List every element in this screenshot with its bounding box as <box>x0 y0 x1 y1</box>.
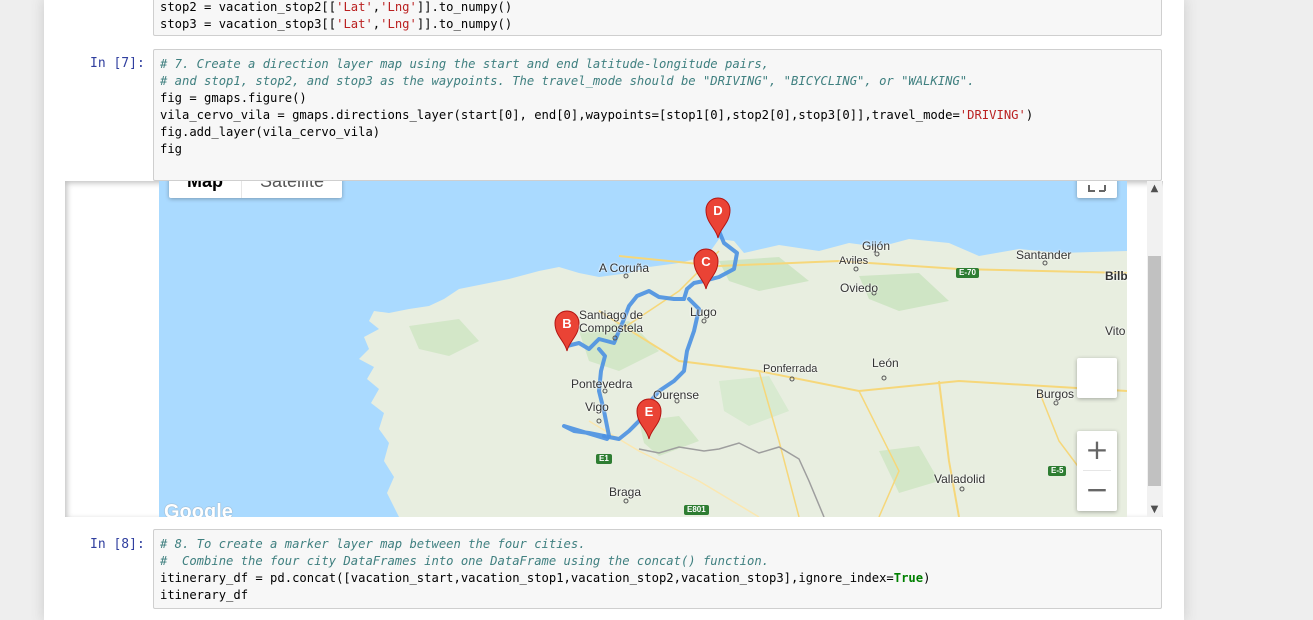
map-type-map-button[interactable]: Map <box>169 181 242 198</box>
zoom-out-button[interactable]: − <box>1077 471 1117 511</box>
city-label: Ponferrada <box>763 363 818 375</box>
city-label: Lugo <box>690 305 717 319</box>
code-cell-8[interactable]: # 8. To create a marker layer map betwee… <box>153 529 1162 609</box>
fullscreen-button[interactable] <box>1077 181 1117 198</box>
svg-text:B: B <box>562 316 571 331</box>
code-line: fig.add_layer(vila_cervo_vila) <box>160 125 381 139</box>
city-label: Santander <box>1016 248 1072 262</box>
street-view-pegman-button[interactable] <box>1077 358 1117 398</box>
map-type-control[interactable]: Map Satellite <box>169 181 343 198</box>
city-label: Aviles <box>839 255 869 267</box>
code-line: itinerary_df <box>160 588 249 602</box>
road-shield: E1 <box>596 454 612 464</box>
code-line: stop3 = vacation_stop3[['Lat','Lng']].to… <box>160 17 513 31</box>
road-shield: E801 <box>684 505 709 515</box>
city-label: Braga <box>609 485 642 499</box>
city-label: León <box>872 356 899 370</box>
city-label: Bilb <box>1105 269 1127 283</box>
svg-text:C: C <box>701 254 711 269</box>
map-canvas[interactable]: B C D E <box>159 181 1127 517</box>
fullscreen-icon <box>1088 185 1106 192</box>
google-logo: Google <box>164 501 233 517</box>
input-prompt-8: In [8]: <box>90 537 145 552</box>
city-label: Gijón <box>862 239 891 253</box>
code-line: fig <box>160 142 183 156</box>
input-prompt-7: In [7]: <box>90 56 145 71</box>
output-scrollbar[interactable]: ▲ ▼ <box>1147 181 1162 517</box>
zoom-divider <box>1083 470 1111 471</box>
code-comment: # 8. To create a marker layer map betwee… <box>160 537 586 551</box>
city-label: A Coruña <box>599 261 650 275</box>
code-cell-7[interactable]: # 7. Create a direction layer map using … <box>153 49 1162 181</box>
city-label: Vigo <box>585 400 609 414</box>
code-comment: # and stop1, stop2, and stop3 as the way… <box>160 74 975 88</box>
city-label: Pontevedra <box>571 377 633 391</box>
city-label: Ourense <box>653 388 700 402</box>
svg-text:D: D <box>713 203 722 218</box>
road-shield: E-5 <box>1048 466 1067 476</box>
city-label: Santiago de <box>579 308 644 322</box>
scrollbar-thumb[interactable] <box>1148 256 1161 486</box>
city-label: Burgos <box>1036 387 1075 401</box>
map-type-satellite-button[interactable]: Satellite <box>242 181 342 198</box>
code-line: fig = gmaps.figure() <box>160 91 307 105</box>
code-line: itinerary_df = pd.concat([vacation_start… <box>160 571 931 585</box>
scroll-down-arrow-icon[interactable]: ▼ <box>1147 502 1162 517</box>
code-comment: # Combine the four city DataFrames into … <box>160 554 770 568</box>
code-cell-previous[interactable]: stop2 = vacation_stop2[['Lat','Lng']].to… <box>153 0 1162 36</box>
svg-text:E: E <box>645 404 654 419</box>
code-line: stop2 = vacation_stop2[['Lat','Lng']].to… <box>160 0 513 14</box>
code-comment: # 7. Create a direction layer map using … <box>160 57 770 71</box>
road-shield: E-70 <box>956 268 979 278</box>
zoom-control[interactable]: + − <box>1077 431 1117 511</box>
google-map[interactable]: B C D E A Coruña Santiago de Compostela … <box>159 181 1127 517</box>
code-line: vila_cervo_vila = gmaps.directions_layer… <box>160 108 1034 122</box>
city-label: Compostela <box>579 321 644 335</box>
city-label: Oviedo <box>840 281 879 295</box>
scroll-up-arrow-icon[interactable]: ▲ <box>1147 181 1162 196</box>
city-label: Valladolid <box>934 472 986 486</box>
zoom-in-button[interactable]: + <box>1077 431 1117 471</box>
city-label: Vito <box>1105 324 1126 338</box>
